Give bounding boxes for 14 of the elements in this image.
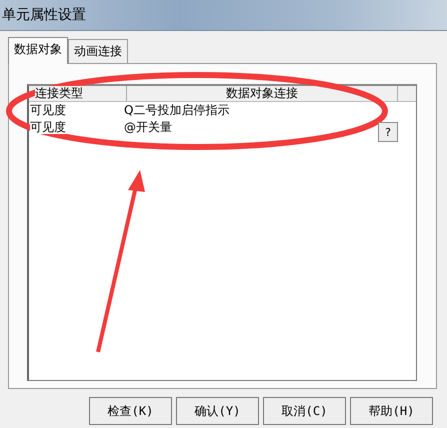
column-header[interactable]: 连接类型 [35, 86, 83, 100]
tab[interactable]: 动画连接 [68, 39, 128, 63]
help-button[interactable]: ? [378, 122, 398, 142]
dialog-button[interactable]: 取消(C) [263, 397, 346, 425]
column-header[interactable]: 数据对象连接 [226, 86, 298, 100]
window-title: 单元属性设置 [2, 6, 86, 24]
table-cell: @开关量 [124, 120, 172, 134]
dialog-button[interactable]: 检查(K) [89, 397, 172, 425]
tab[interactable]: 数据对象 [8, 37, 68, 64]
table-cell: Q二号投加启停指示 [124, 103, 230, 117]
table-cell: 可见度 [30, 120, 66, 134]
table-cell: 可见度 [30, 103, 66, 117]
dialog-button[interactable]: 确认(Y) [176, 397, 259, 425]
dialog-button[interactable]: 帮助(H) [350, 397, 433, 425]
